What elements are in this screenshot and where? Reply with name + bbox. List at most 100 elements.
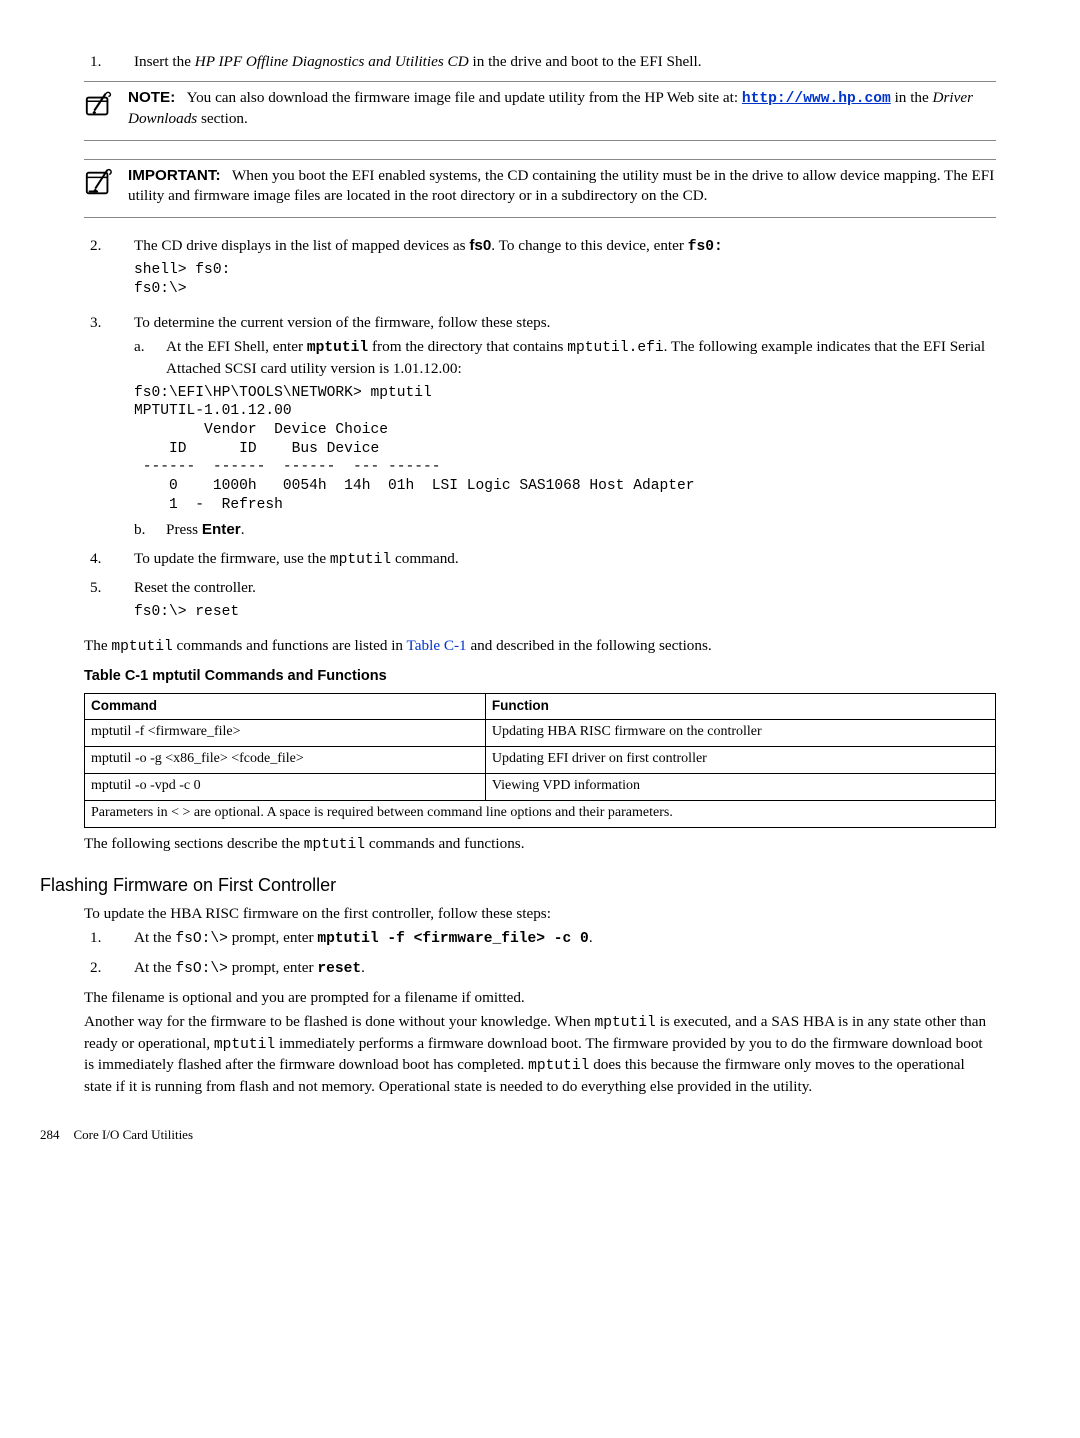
text: At the [134,929,175,946]
step-body: To determine the current version of the … [134,313,996,541]
note-block: NOTE: You can also download the firmware… [84,81,996,141]
prompt: fsO:\> [175,961,228,977]
text: The CD drive displays in the list of map… [134,237,469,254]
step-4: 4. To update the firmware, use the mptut… [84,549,996,571]
command: mptutil [111,639,172,655]
code-block: fs0:\EFI\HP\TOOLS\NETWORK> mptutil MPTUT… [134,384,996,515]
cell-command: mptutil -o -g <x86_file> <fcode_file> [85,746,486,773]
text: When you boot the EFI enabled systems, t… [128,167,994,205]
text: To update the firmware, use the [134,550,330,567]
cell-command: mptutil -f <firmware_file> [85,720,486,747]
text: . [241,521,245,538]
text: and described in the following sections. [467,637,712,654]
important-icon [84,166,128,207]
table-row: mptutil -o -vpd -c 0 Viewing VPD informa… [85,773,996,800]
step-number: 1. [84,928,134,950]
step-number: 5. [84,578,134,627]
cell-function: Updating HBA RISC firmware on the contro… [485,720,995,747]
command: fs0: [688,239,723,255]
table-row: mptutil -o -g <x86_file> <fcode_file> Up… [85,746,996,773]
step-body: Insert the HP IPF Offline Diagnostics an… [134,52,996,73]
text: At the [134,959,175,976]
text: At the EFI Shell, enter [166,338,307,355]
text: in the drive and boot to the EFI Shell. [469,53,702,70]
step-number: 2. [84,236,134,305]
paragraph: The filename is optional and you are pro… [84,988,996,1009]
filename: mptutil.efi [567,340,663,356]
code-block: fs0:\> reset [134,603,996,622]
step-body: The CD drive displays in the list of map… [134,236,996,305]
note-content: NOTE: You can also download the firmware… [128,88,996,130]
cell-function: Updating EFI driver on first controller [485,746,995,773]
substep-letter: b. [134,520,166,541]
paragraph: Another way for the firmware to be flash… [84,1012,996,1098]
cell-function: Viewing VPD information [485,773,995,800]
text: Press [166,521,202,538]
step-body: Reset the controller. fs0:\> reset [134,578,996,627]
table-ref-link[interactable]: Table C-1 [407,637,467,654]
text: . [589,929,593,946]
hp-link[interactable]: http://www.hp.com [742,91,891,107]
text: section. [197,110,248,127]
step-number: 1. [84,52,134,73]
text: in the [891,89,933,106]
command: mptutil [214,1037,275,1053]
text: . To change to this device, enter [491,237,687,254]
step-body: To update the firmware, use the mptutil … [134,549,996,571]
text: To determine the current version of the … [134,314,550,331]
step-body: At the fsO:\> prompt, enter reset. [134,958,996,980]
important-label: IMPORTANT: [128,167,221,184]
text: commands and functions are listed in [173,637,407,654]
step-number: 3. [84,313,134,541]
important-block: IMPORTANT: When you boot the EFI enabled… [84,159,996,218]
note-label: NOTE: [128,89,175,106]
step-5: 5. Reset the controller. fs0:\> reset [84,578,996,627]
text: prompt, enter [228,929,317,946]
important-content: IMPORTANT: When you boot the EFI enabled… [128,166,996,207]
step-number: 2. [84,958,134,980]
cd-title: HP IPF Offline Diagnostics and Utilities… [195,53,469,70]
col-header-function: Function [485,693,995,719]
text: command. [391,550,458,567]
text: . [361,959,365,976]
note-icon [84,88,128,130]
command: mptutil [304,837,365,853]
step-2: 2. The CD drive displays in the list of … [84,236,996,305]
text: prompt, enter [228,959,317,976]
text: The [84,637,111,654]
code-block: shell> fs0: fs0:\> [134,261,996,298]
command: mptutil [528,1058,589,1074]
table-footnote: Parameters in < > are optional. A space … [85,800,996,827]
col-header-command: Command [85,693,486,719]
step-3: 3. To determine the current version of t… [84,313,996,541]
section-heading: Flashing Firmware on First Controller [40,873,996,897]
command: reset [317,961,361,977]
substep-b: b. Press Enter. [134,520,996,541]
paragraph: To update the HBA RISC firmware on the f… [84,904,996,925]
step-body: At the fsO:\> prompt, enter mptutil -f <… [134,928,996,950]
step-1: 1. Insert the HP IPF Offline Diagnostics… [84,52,996,73]
key-name: Enter [202,521,241,538]
text: commands and functions. [365,835,524,852]
command: mptutil [307,340,368,356]
page-number: 284 [40,1126,60,1144]
page-footer: 284 Core I/O Card Utilities [40,1126,996,1144]
text: You can also download the firmware image… [187,89,742,106]
step-number: 4. [84,549,134,571]
table-caption: Table C-1 mptutil Commands and Functions [84,667,996,687]
text: Insert the [134,53,195,70]
command: mptutil [330,552,391,568]
table-header-row: Command Function [85,693,996,719]
section-step-1: 1. At the fsO:\> prompt, enter mptutil -… [84,928,996,950]
device-name: fs0 [469,237,491,254]
text: Reset the controller. [134,579,256,596]
substep-letter: a. [134,337,166,379]
substep-body: Press Enter. [166,520,996,541]
commands-table: Command Function mptutil -f <firmware_fi… [84,693,996,828]
substep-body: At the EFI Shell, enter mptutil from the… [166,337,996,379]
prompt: fsO:\> [175,931,228,947]
command: mptutil [594,1015,655,1031]
footer-title: Core I/O Card Utilities [74,1126,194,1144]
text: The following sections describe the [84,835,304,852]
substep-a: a. At the EFI Shell, enter mptutil from … [134,337,996,379]
